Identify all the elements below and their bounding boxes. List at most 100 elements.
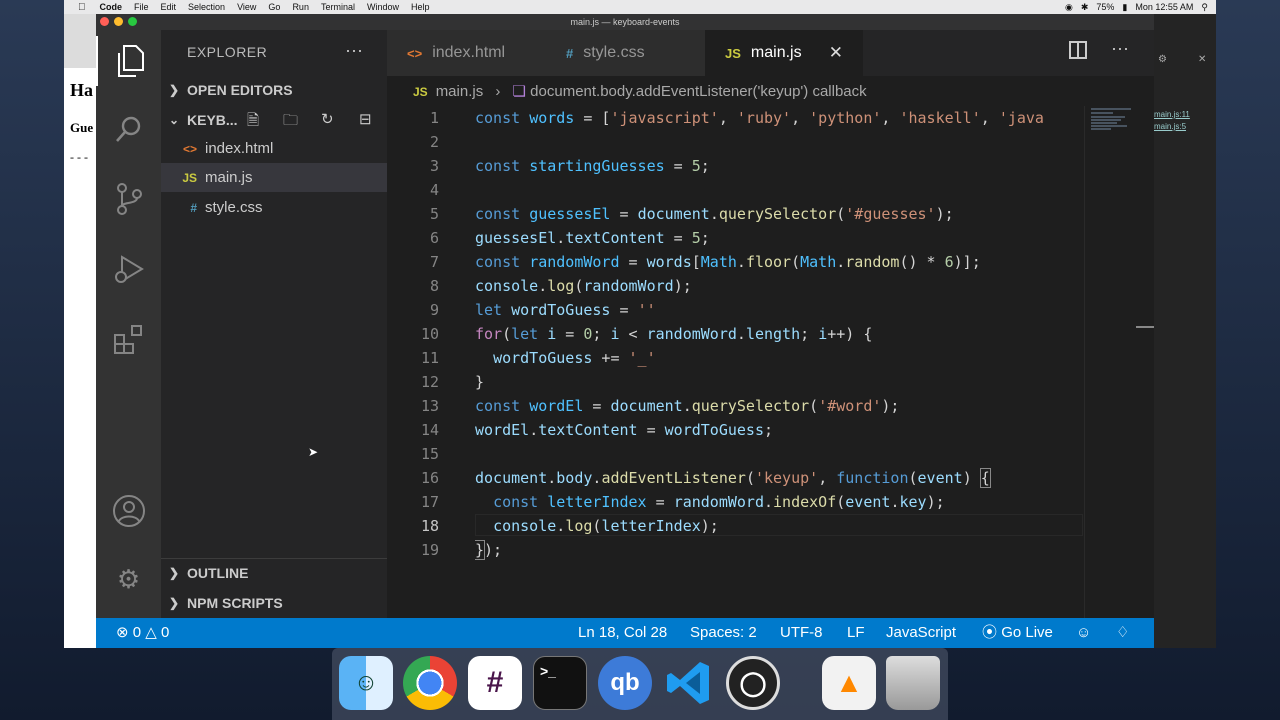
- line-number: 3: [429, 157, 439, 175]
- line-number: 4: [429, 181, 439, 199]
- tab-index-html[interactable]: <> index.html: [387, 30, 546, 76]
- feedback-icon[interactable]: ☺: [1076, 618, 1091, 648]
- file-item-style-css[interactable]: # style.css: [161, 193, 387, 222]
- go-live-button[interactable]: ⦿ Go Live: [982, 618, 1053, 648]
- menu-go[interactable]: Go: [268, 2, 280, 12]
- source-control-icon[interactable]: [96, 174, 161, 224]
- file-item-main-js[interactable]: JS main.js: [161, 163, 387, 192]
- tab-main-js[interactable]: JS main.js ✕: [705, 30, 863, 76]
- account-icon[interactable]: [96, 486, 161, 536]
- js-file-icon: JS: [413, 85, 428, 99]
- chevron-down-icon: ⌄: [168, 113, 180, 127]
- menubar-clock[interactable]: Mon 12:55 AM: [1135, 2, 1193, 12]
- breadcrumb-file[interactable]: main.js: [436, 83, 484, 100]
- extensions-icon[interactable]: [96, 314, 161, 364]
- code-line: console.log(randomWord);: [475, 277, 692, 295]
- refresh-icon[interactable]: ↻: [321, 110, 334, 128]
- vscode-icon[interactable]: [662, 656, 716, 710]
- code-line: let wordToGuess = '': [475, 301, 656, 319]
- new-file-icon[interactable]: 🗎: [247, 110, 259, 135]
- line-number: 9: [429, 301, 439, 319]
- file-name: style.css: [205, 199, 263, 216]
- apple-icon[interactable]: : [78, 2, 86, 13]
- file-item-index-html[interactable]: <> index.html: [161, 134, 387, 163]
- search-icon[interactable]: [96, 104, 161, 154]
- mouse-cursor: ➤: [308, 445, 319, 459]
- line-number: 17: [420, 493, 439, 511]
- maximize-window-button[interactable]: [128, 17, 137, 26]
- html-file-icon: <>: [407, 45, 423, 61]
- cursor-position[interactable]: Ln 18, Col 28: [578, 618, 667, 648]
- code-line: wordToGuess += '_': [493, 349, 656, 367]
- battery-percent[interactable]: 75%: [1096, 2, 1114, 12]
- npm-scripts-section[interactable]: ❯ NPM SCRIPTS: [161, 590, 387, 616]
- menu-terminal[interactable]: Terminal: [321, 2, 355, 12]
- code-line: guessesEl.textContent = 5;: [475, 229, 710, 247]
- bluetooth-icon[interactable]: ✱: [1081, 2, 1089, 13]
- encoding[interactable]: UTF-8: [780, 618, 823, 648]
- new-folder-icon[interactable]: 🗀: [283, 110, 298, 135]
- menu-app-name[interactable]: Code: [100, 2, 123, 12]
- obs-icon[interactable]: ◯: [726, 656, 780, 710]
- collapse-all-icon[interactable]: ⊟: [359, 110, 372, 128]
- code-editor[interactable]: JS main.js › ❏ document.body.addEventList…: [387, 76, 1154, 618]
- devtools-panel: ⚙ ✕ main.js:11 main.js:5: [1154, 14, 1216, 648]
- devtools-link[interactable]: main.js:5: [1154, 122, 1186, 131]
- battery-icon[interactable]: ▮: [1122, 2, 1127, 13]
- explorer-sidebar: EXPLORER ··· ❯ OPEN EDITORS ⌄ KEYB... 🗎 …: [161, 30, 387, 618]
- indentation[interactable]: Spaces: 2: [690, 618, 757, 648]
- chrome-icon[interactable]: [403, 656, 457, 710]
- end-of-line[interactable]: LF: [847, 618, 865, 648]
- menu-window[interactable]: Window: [367, 2, 399, 12]
- line-number: 14: [420, 421, 439, 439]
- menu-view[interactable]: View: [237, 2, 256, 12]
- code-line: document.body.addEventListener('keyup', …: [475, 468, 991, 488]
- problems-indicator[interactable]: ⊗ 0 △ 0: [116, 618, 169, 648]
- outline-section[interactable]: ❯ OUTLINE: [161, 560, 387, 586]
- manage-gear-icon[interactable]: ⚙: [96, 554, 161, 604]
- tab-label: main.js: [750, 44, 802, 61]
- menu-edit[interactable]: Edit: [161, 2, 177, 12]
- devtools-link[interactable]: main.js:11: [1154, 110, 1190, 119]
- breadcrumb-symbol[interactable]: document.body.addEventListener('keyup') …: [530, 83, 866, 100]
- search-icon[interactable]: ⚲: [1201, 2, 1208, 13]
- menu-run[interactable]: Run: [292, 2, 309, 12]
- folder-section[interactable]: ⌄ KEYB...: [161, 107, 387, 133]
- explorer-icon[interactable]: [96, 36, 161, 86]
- activity-bar: ⚙: [96, 30, 161, 618]
- code-line: const guessesEl = document.querySelector…: [475, 205, 954, 223]
- terminal-icon[interactable]: >_: [533, 656, 587, 710]
- mac-dock: ☺ # >_ qb ◯ ▲: [332, 648, 948, 720]
- close-icon[interactable]: ✕: [1198, 54, 1206, 65]
- vlc-file-icon[interactable]: ▲: [822, 656, 876, 710]
- trash-icon[interactable]: [886, 656, 940, 710]
- notifications-bell-icon[interactable]: ♢: [1116, 618, 1129, 648]
- qbittorrent-icon[interactable]: qb: [598, 656, 652, 710]
- menu-file[interactable]: File: [134, 2, 149, 12]
- finder-icon[interactable]: ☺: [339, 656, 393, 710]
- menu-selection[interactable]: Selection: [188, 2, 225, 12]
- code-line: wordEl.textContent = wordToGuess;: [475, 421, 774, 439]
- tab-style-css[interactable]: # style.css: [546, 30, 705, 76]
- close-tab-icon[interactable]: ✕: [829, 43, 843, 63]
- close-window-button[interactable]: [100, 17, 109, 26]
- minimap-line: [1091, 116, 1125, 118]
- code-content[interactable]: const words = ['javascript', 'ruby', 'py…: [475, 106, 1085, 562]
- more-actions-icon[interactable]: ···: [1111, 38, 1129, 59]
- run-debug-icon[interactable]: [96, 244, 161, 294]
- settings-icon[interactable]: ⚙: [1158, 54, 1167, 65]
- browser-dashes: - - -: [70, 150, 88, 164]
- language-mode[interactable]: JavaScript: [886, 618, 956, 648]
- slack-icon[interactable]: #: [468, 656, 522, 710]
- minimap[interactable]: [1084, 106, 1154, 618]
- tab-label: style.css: [583, 44, 645, 61]
- wifi-icon[interactable]: ◉: [1065, 2, 1073, 13]
- minimize-window-button[interactable]: [114, 17, 123, 26]
- menu-help[interactable]: Help: [411, 2, 430, 12]
- scrollbar-thumb[interactable]: [1136, 326, 1154, 328]
- menubar-status-area: ◉ ✱ 75% ▮ Mon 12:55 AM ⚲: [1057, 0, 1208, 14]
- open-editors-section[interactable]: ❯ OPEN EDITORS: [161, 77, 387, 103]
- more-actions-icon[interactable]: ···: [345, 40, 363, 61]
- split-editor-icon[interactable]: [1069, 41, 1087, 59]
